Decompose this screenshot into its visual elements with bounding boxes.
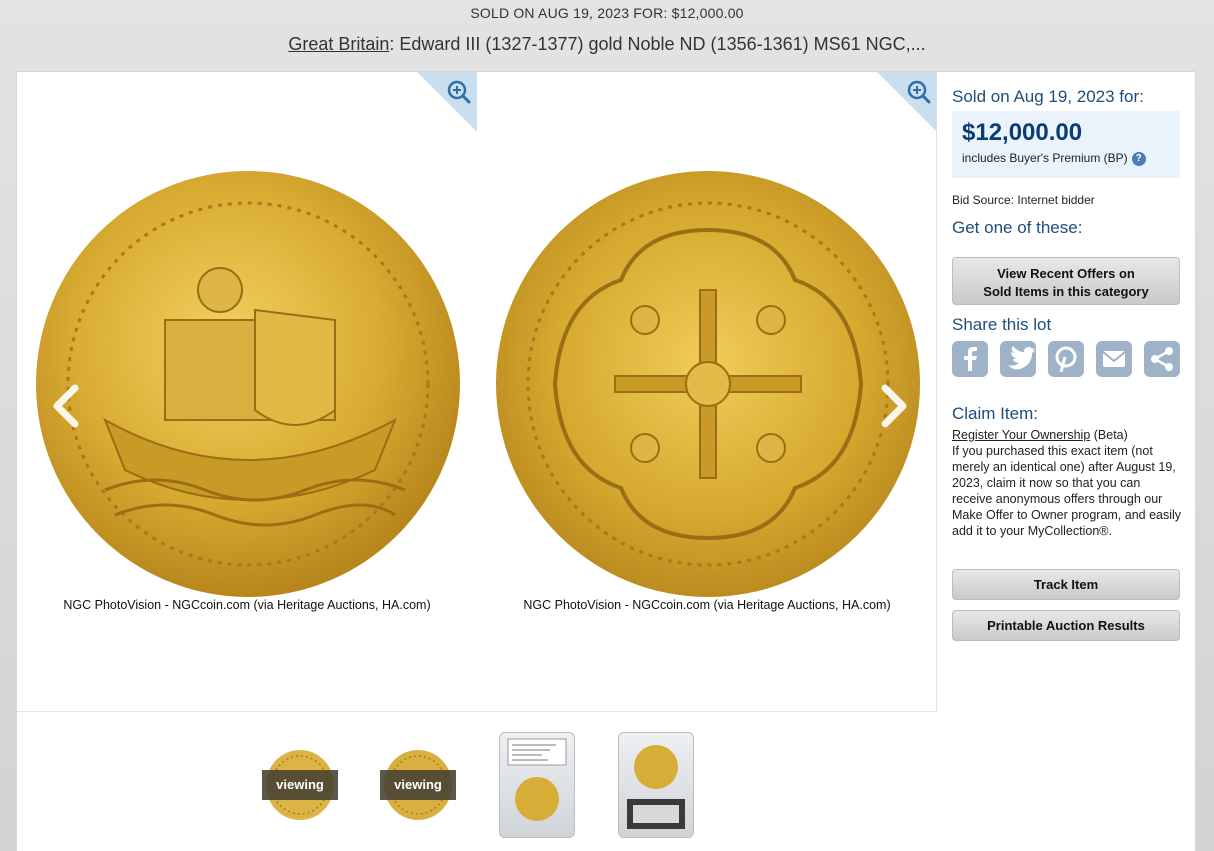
facebook-icon[interactable] [952, 341, 988, 377]
bid-source: Bid Source: Internet bidder [952, 193, 1095, 207]
lot-card: NGC PhotoVision - NGCcoin.com (via Herit… [16, 71, 1196, 851]
premium-note-text: includes Buyer's Premium (BP) [962, 151, 1128, 165]
zoom-button[interactable] [417, 72, 477, 132]
claim-body-text: If you purchased this exact item (not me… [952, 444, 1182, 538]
thumbnail-strip: viewing viewing [17, 712, 937, 851]
claim-heading: Claim Item: [952, 404, 1038, 423]
pinterest-icon[interactable] [1048, 341, 1084, 377]
help-icon[interactable]: ? [1131, 151, 1146, 166]
reverse-pane: NGC PhotoVision - NGCcoin.com (via Herit… [477, 72, 937, 712]
price-box: $12,000.00 includes Buyer's Premium (BP)… [952, 111, 1180, 178]
share-heading: Share this lot [952, 315, 1052, 334]
view-recent-offers-button[interactable]: View Recent Offers on Sold Items in this… [952, 257, 1180, 305]
viewing-badge: viewing [380, 770, 456, 800]
lot-title: Great Britain: Edward III (1327-1377) go… [0, 34, 1214, 55]
image-credit: NGC PhotoVision - NGCcoin.com (via Herit… [63, 598, 431, 612]
thumbnail-obverse[interactable]: viewing [262, 732, 338, 838]
chevron-right-icon[interactable] [877, 382, 911, 430]
claim-description: Register Your Ownership (Beta) If you pu… [952, 427, 1184, 539]
thumbnail-slab-front[interactable] [499, 732, 575, 838]
lot-title-text: : Edward III (1327-1377) gold Noble ND (… [389, 34, 926, 54]
image-viewer: NGC PhotoVision - NGCcoin.com (via Herit… [17, 72, 937, 712]
share-icon[interactable] [1144, 341, 1180, 377]
sold-price: $12,000.00 [962, 119, 1083, 146]
chevron-left-icon[interactable] [49, 382, 83, 430]
premium-note: includes Buyer's Premium (BP)? [962, 151, 1146, 166]
coin-reverse-image[interactable] [495, 170, 921, 598]
thumbnail-reverse[interactable]: viewing [380, 732, 456, 838]
twitter-icon[interactable] [1000, 341, 1036, 377]
email-icon[interactable] [1096, 341, 1132, 377]
offers-button-line2: Sold Items in this category [983, 284, 1149, 299]
zoom-button[interactable] [877, 72, 937, 132]
sold-summary: SOLD ON AUG 19, 2023 FOR: $12,000.00 [470, 5, 744, 21]
sold-on-heading: Sold on Aug 19, 2023 for: [952, 87, 1144, 106]
offers-button-line1: View Recent Offers on [997, 266, 1135, 281]
beta-label: (Beta) [1090, 428, 1128, 442]
sidebar: Sold on Aug 19, 2023 for: $12,000.00 inc… [952, 72, 1196, 851]
register-ownership-link[interactable]: Register Your Ownership [952, 428, 1090, 442]
category-link[interactable]: Great Britain [288, 34, 389, 54]
share-buttons [952, 341, 1192, 379]
coin-obverse-image[interactable] [35, 170, 461, 598]
image-credit: NGC PhotoVision - NGCcoin.com (via Herit… [523, 598, 891, 612]
zoom-in-icon [417, 72, 477, 132]
track-item-button[interactable]: Track Item [952, 569, 1180, 600]
lot-header: SOLD ON AUG 19, 2023 FOR: $12,000.00 Gre… [0, 0, 1214, 72]
viewing-badge: viewing [262, 770, 338, 800]
thumbnail-slab-back[interactable] [618, 732, 694, 838]
slab-image [618, 732, 694, 838]
printable-results-button[interactable]: Printable Auction Results [952, 610, 1180, 641]
zoom-in-icon [877, 72, 937, 132]
get-one-heading: Get one of these: [952, 218, 1083, 237]
slab-image [499, 732, 575, 838]
obverse-pane: NGC PhotoVision - NGCcoin.com (via Herit… [17, 72, 477, 712]
